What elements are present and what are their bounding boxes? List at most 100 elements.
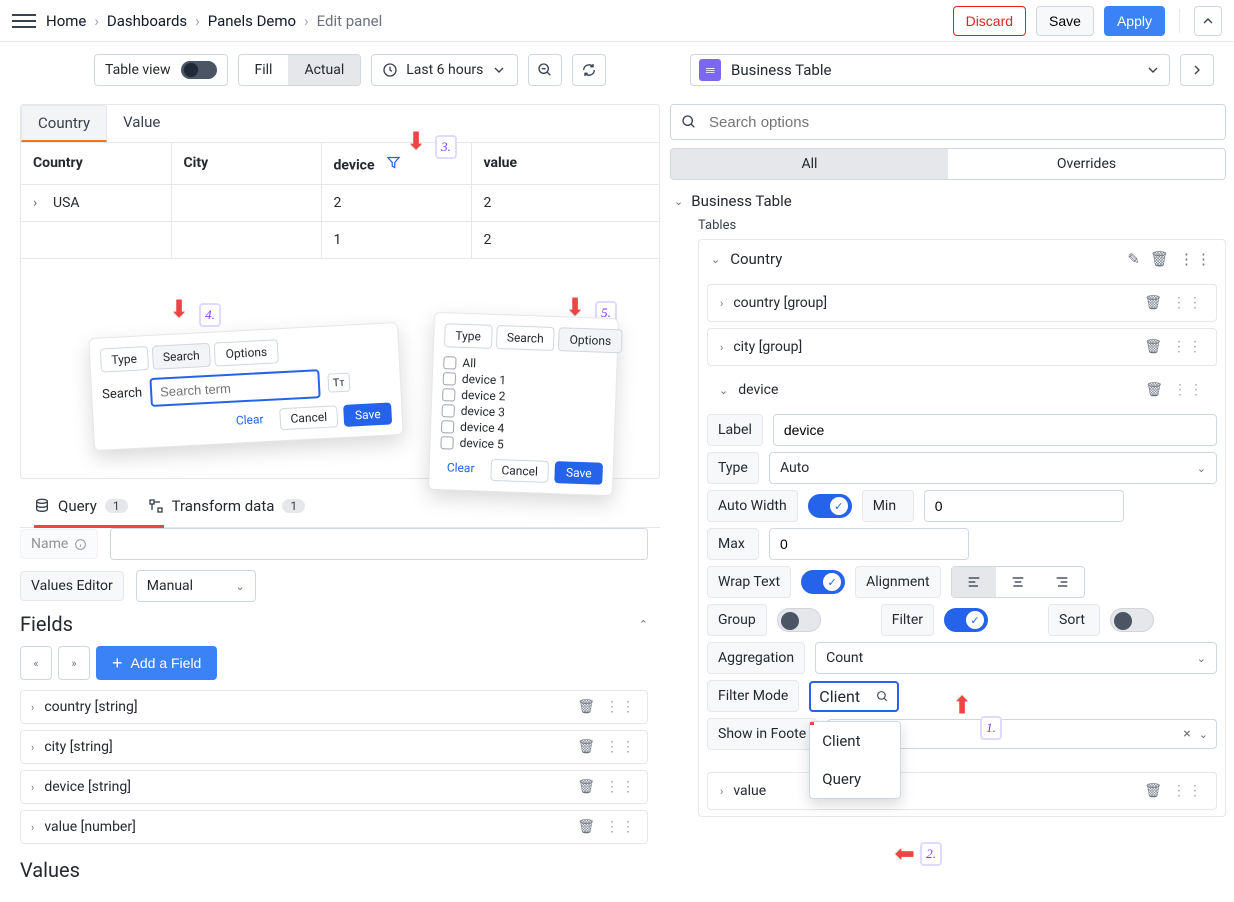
checkbox[interactable] [441,420,454,433]
trash-icon[interactable]: 🗑 [1144,295,1162,311]
popup-clear[interactable]: Clear [225,409,274,433]
popup-tab-search[interactable]: Search [151,343,211,370]
collapse-header-button[interactable] [1194,6,1222,36]
drag-icon[interactable]: ⋮⋮ [605,739,637,755]
apply-button[interactable]: Apply [1104,6,1165,36]
filter-toggle[interactable]: ✓ [944,608,988,632]
field-row[interactable]: ›country [string] 🗑 ⋮⋮ [20,690,648,724]
label-input[interactable] [773,414,1217,446]
expand-row-icon[interactable]: › [33,195,45,211]
popup2-tab-type[interactable]: Type [444,323,492,349]
save-button[interactable]: Save [1036,6,1094,36]
drag-icon[interactable]: ⋮⋮ [1172,295,1204,311]
name-input[interactable] [110,528,648,560]
col-value[interactable]: value [471,143,659,184]
tab-country[interactable]: Country [21,105,107,142]
time-range-picker[interactable]: Last 6 hours [371,54,518,86]
checkbox[interactable] [443,356,456,369]
options-search-input[interactable] [707,113,1215,132]
autowidth-toggle[interactable]: ✓ [808,494,852,518]
group-device-header[interactable]: ⌄device 🗑 ⋮⋮ [707,372,1217,398]
trash-icon[interactable]: 🗑 [1144,339,1162,355]
min-input[interactable] [924,490,1124,522]
filtermode-select[interactable]: Client Client Query [809,681,899,712]
align-right[interactable] [1040,567,1084,597]
add-field-button[interactable]: + Add a Field [96,646,217,680]
discard-button[interactable]: Discard [953,6,1026,36]
refresh-button[interactable] [572,54,606,86]
filtermode-opt-query[interactable]: Query [810,760,900,798]
trash-icon[interactable]: 🗑 [577,819,595,835]
tab-transform[interactable]: Transform data 1 [148,497,306,521]
popup2-cancel[interactable]: Cancel [490,459,549,483]
checkbox[interactable] [442,388,455,401]
drag-icon[interactable]: ⋮⋮ [605,779,637,795]
collapse-fields-icon[interactable]: ⌃ [639,618,648,631]
breadcrumb-home[interactable]: Home [46,12,86,30]
max-input[interactable] [769,528,969,560]
tab-value[interactable]: Value [107,105,176,142]
popup-search-input[interactable] [149,369,320,407]
breadcrumb-dashboards[interactable]: Dashboards [107,12,187,30]
popup-tab-options[interactable]: Options [214,339,279,366]
values-editor-select[interactable]: Manual ⌄ [136,570,256,602]
visualization-picker[interactable]: ≡ Business Table [690,54,1170,86]
group-toggle[interactable] [777,608,821,632]
breadcrumb-panelsdemo[interactable]: Panels Demo [208,12,296,30]
filter-icon[interactable] [384,153,402,171]
col-city[interactable]: City [171,143,321,184]
popup2-tab-options[interactable]: Options [558,327,622,353]
table-view-switch[interactable] [181,61,217,79]
clear-footer-icon[interactable]: × [1183,726,1190,742]
table-view-toggle[interactable]: Table view [94,54,228,86]
wrap-toggle[interactable]: ✓ [801,570,845,594]
seg-all[interactable]: All [671,149,948,179]
align-center[interactable] [996,567,1040,597]
filtermode-opt-client[interactable]: Client [810,722,900,760]
drag-icon[interactable]: ⋮⋮ [1179,250,1213,268]
popup-save[interactable]: Save [343,402,392,426]
field-row[interactable]: ›value [number] 🗑 ⋮⋮ [20,810,648,844]
checkbox[interactable] [443,372,456,385]
drag-icon[interactable]: ⋮⋮ [1172,783,1204,799]
field-row[interactable]: ›device [string] 🗑 ⋮⋮ [20,770,648,804]
trash-icon[interactable]: 🗑 [1145,382,1163,398]
tab-query[interactable]: Query 1 [34,497,128,521]
case-sensitive-icon[interactable]: Tᴛ [327,373,350,393]
type-select[interactable]: Auto⌄ [769,452,1217,484]
popup2-clear[interactable]: Clear [436,457,484,481]
panel-options-expand[interactable] [1180,54,1214,86]
drag-icon[interactable]: ⋮⋮ [605,819,637,835]
options-search[interactable] [670,104,1226,140]
group-city[interactable]: ›city [group] 🗑 ⋮⋮ [707,328,1217,366]
checkbox[interactable] [442,404,455,417]
drag-icon[interactable]: ⋮⋮ [605,699,637,715]
trash-icon[interactable]: 🗑 [1150,250,1169,268]
trash-icon[interactable]: 🗑 [577,739,595,755]
edit-icon[interactable]: ✎ [1127,250,1140,268]
col-country[interactable]: Country [21,143,171,184]
drag-icon[interactable]: ⋮⋮ [1173,382,1205,398]
group-country[interactable]: ›country [group] 🗑 ⋮⋮ [707,284,1217,322]
popup-tab-type[interactable]: Type [100,346,149,372]
popup2-save[interactable]: Save [555,461,603,485]
popup-cancel[interactable]: Cancel [279,405,339,430]
aggregation-select[interactable]: Count⌄ [815,642,1217,674]
menu-toggle[interactable] [12,9,36,33]
section-business-table[interactable]: ⌄ Business Table [674,192,1226,210]
sort-toggle[interactable] [1110,608,1154,632]
zoom-out-button[interactable] [528,54,562,86]
popup2-tab-search[interactable]: Search [495,325,555,351]
table-country-header[interactable]: ⌄ Country ✎ 🗑 ⋮⋮ [699,240,1225,278]
checkbox[interactable] [440,436,453,449]
seg-overrides[interactable]: Overrides [948,149,1225,179]
expand-all-button[interactable]: » [58,646,90,680]
trash-icon[interactable]: 🗑 [577,699,595,715]
field-row[interactable]: ›city [string] 🗑 ⋮⋮ [20,730,648,764]
collapse-all-button[interactable]: « [20,646,52,680]
drag-icon[interactable]: ⋮⋮ [1172,339,1204,355]
group-value[interactable]: ›value 🗑 ⋮⋮ [707,772,1217,810]
align-left[interactable] [952,567,996,597]
actual-button[interactable]: Actual [288,55,360,85]
fill-button[interactable]: Fill [239,55,289,85]
